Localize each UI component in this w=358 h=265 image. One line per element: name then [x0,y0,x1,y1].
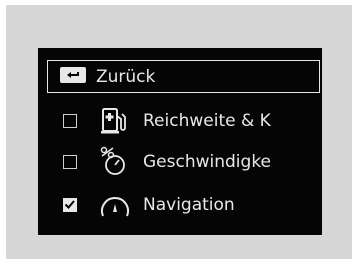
display-screen: Zurück Reichweite & K Geschwindigke Navi… [38,48,322,235]
back-label: Zurück [96,66,156,87]
reichweite-checkbox[interactable] [63,114,77,128]
speed-percent-icon [98,145,128,181]
back-button[interactable]: Zurück [47,60,320,93]
navigation-gauge-icon [98,190,132,224]
navigation-checkbox[interactable] [63,198,77,212]
back-arrow-icon [60,66,86,87]
menu-item-geschwindigkeit[interactable]: Geschwindigke [38,145,322,179]
geschwindigkeit-label: Geschwindigke [143,152,272,172]
background-panel: Zurück Reichweite & K Geschwindigke Navi… [6,5,352,259]
navigation-label: Navigation [143,195,235,215]
reichweite-label: Reichweite & K [143,111,271,131]
menu-item-navigation[interactable]: Navigation [38,186,322,220]
fuel-range-icon [98,106,128,140]
geschwindigkeit-checkbox[interactable] [63,155,77,169]
menu-item-reichweite[interactable]: Reichweite & K [38,104,322,138]
